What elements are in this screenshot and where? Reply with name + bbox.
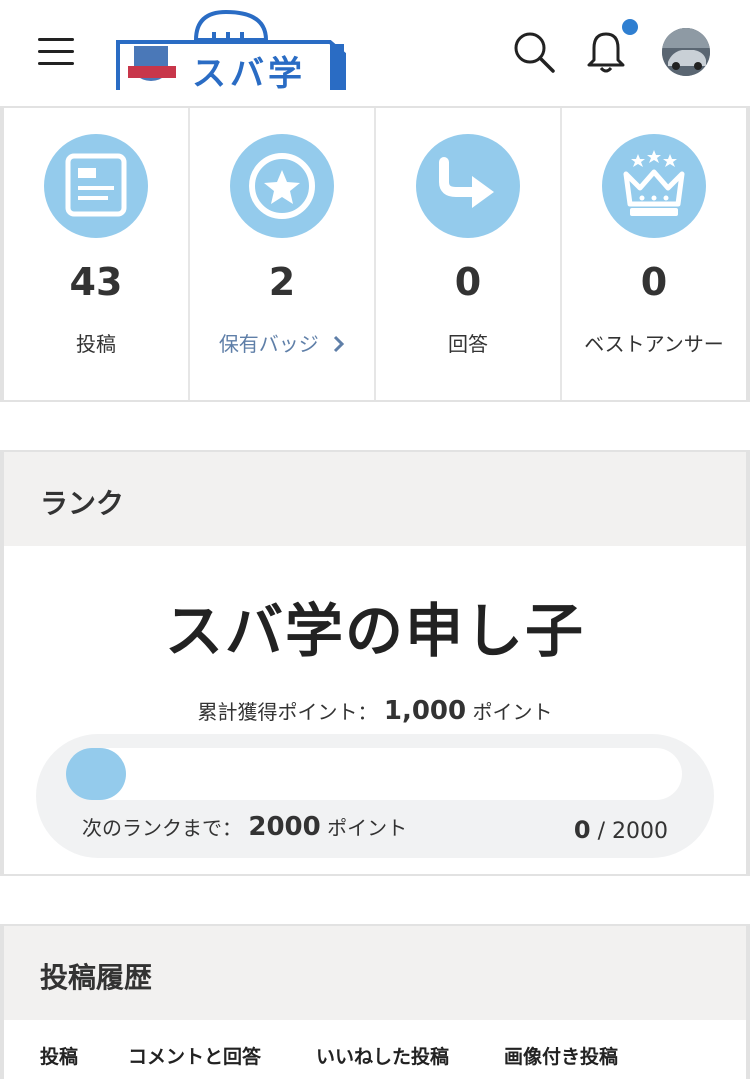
progress-count: 0 / 2000 <box>574 816 668 844</box>
app-header: スバ学 <box>0 0 750 106</box>
total-points: 累計獲得ポイント： 1,000 ポイント <box>4 696 746 726</box>
progress-separator: / <box>590 819 612 844</box>
stats-panel: 43 投稿 2 保有バッジ 0 回答 0 ベストアンサー <box>0 106 750 402</box>
tab-liked-posts[interactable]: いいねした投稿 <box>316 1042 449 1069</box>
search-icon[interactable] <box>512 30 556 74</box>
rank-section: ランク スバ学の申し子 累計獲得ポイント： 1,000 ポイント 次のランクまで… <box>0 450 750 876</box>
tab-comments-answers[interactable]: コメントと回答 <box>128 1042 261 1069</box>
stat-value: 0 <box>454 260 482 304</box>
tab-image-posts[interactable]: 画像付き投稿 <box>504 1042 618 1069</box>
progress-fill <box>66 748 126 800</box>
stat-value: 2 <box>268 260 296 304</box>
stat-answers[interactable]: 0 回答 <box>376 108 562 400</box>
history-header: 投稿履歴 <box>4 926 746 1020</box>
total-points-unit: ポイント <box>472 700 553 724</box>
section-title: 投稿履歴 <box>40 961 153 994</box>
stat-label: 投稿 <box>76 332 116 356</box>
stat-value: 43 <box>69 260 123 304</box>
avatar[interactable] <box>662 28 710 76</box>
next-rank-label: 次のランクまで： <box>82 816 242 840</box>
total-points-value: 1,000 <box>383 696 467 726</box>
history-tabs: 投稿 コメントと回答 いいねした投稿 画像付き投稿 <box>4 1020 746 1079</box>
badge-star-icon <box>230 134 334 238</box>
rank-header: ランク <box>4 452 746 546</box>
post-history-section: 投稿履歴 投稿 コメントと回答 いいねした投稿 画像付き投稿 <box>0 924 750 1079</box>
total-points-label: 累計獲得ポイント： <box>197 700 378 724</box>
tab-posts[interactable]: 投稿 <box>40 1042 78 1069</box>
post-icon <box>44 134 148 238</box>
menu-icon[interactable] <box>38 36 74 66</box>
next-rank-unit: ポイント <box>327 816 408 840</box>
progress-max: 2000 <box>612 819 668 844</box>
next-rank: 次のランクまで： 2000 ポイント <box>82 812 407 842</box>
next-rank-value: 2000 <box>248 812 321 842</box>
rank-progress: 次のランクまで： 2000 ポイント 0 / 2000 <box>36 734 714 858</box>
stat-posts[interactable]: 43 投稿 <box>4 108 190 400</box>
chevron-right-icon <box>333 334 345 358</box>
bell-icon[interactable] <box>584 30 628 74</box>
stat-label: 保有バッジ <box>218 332 319 356</box>
stat-best-answers[interactable]: 0 ベストアンサー <box>562 108 746 400</box>
stat-badges[interactable]: 2 保有バッジ <box>190 108 376 400</box>
progress-track <box>66 748 682 800</box>
stat-label: ベストアンサー <box>584 332 724 356</box>
stat-value: 0 <box>640 260 668 304</box>
stat-label: 回答 <box>448 332 488 356</box>
crown-icon <box>602 134 706 238</box>
logo-text: スバ学 <box>192 54 306 94</box>
notification-dot <box>622 19 638 35</box>
section-title: ランク <box>40 487 125 520</box>
badges-link[interactable]: 保有バッジ <box>190 328 374 358</box>
answer-arrow-icon <box>416 134 520 238</box>
progress-current: 0 <box>573 816 591 844</box>
rank-name: スバ学の申し子 <box>164 597 585 665</box>
